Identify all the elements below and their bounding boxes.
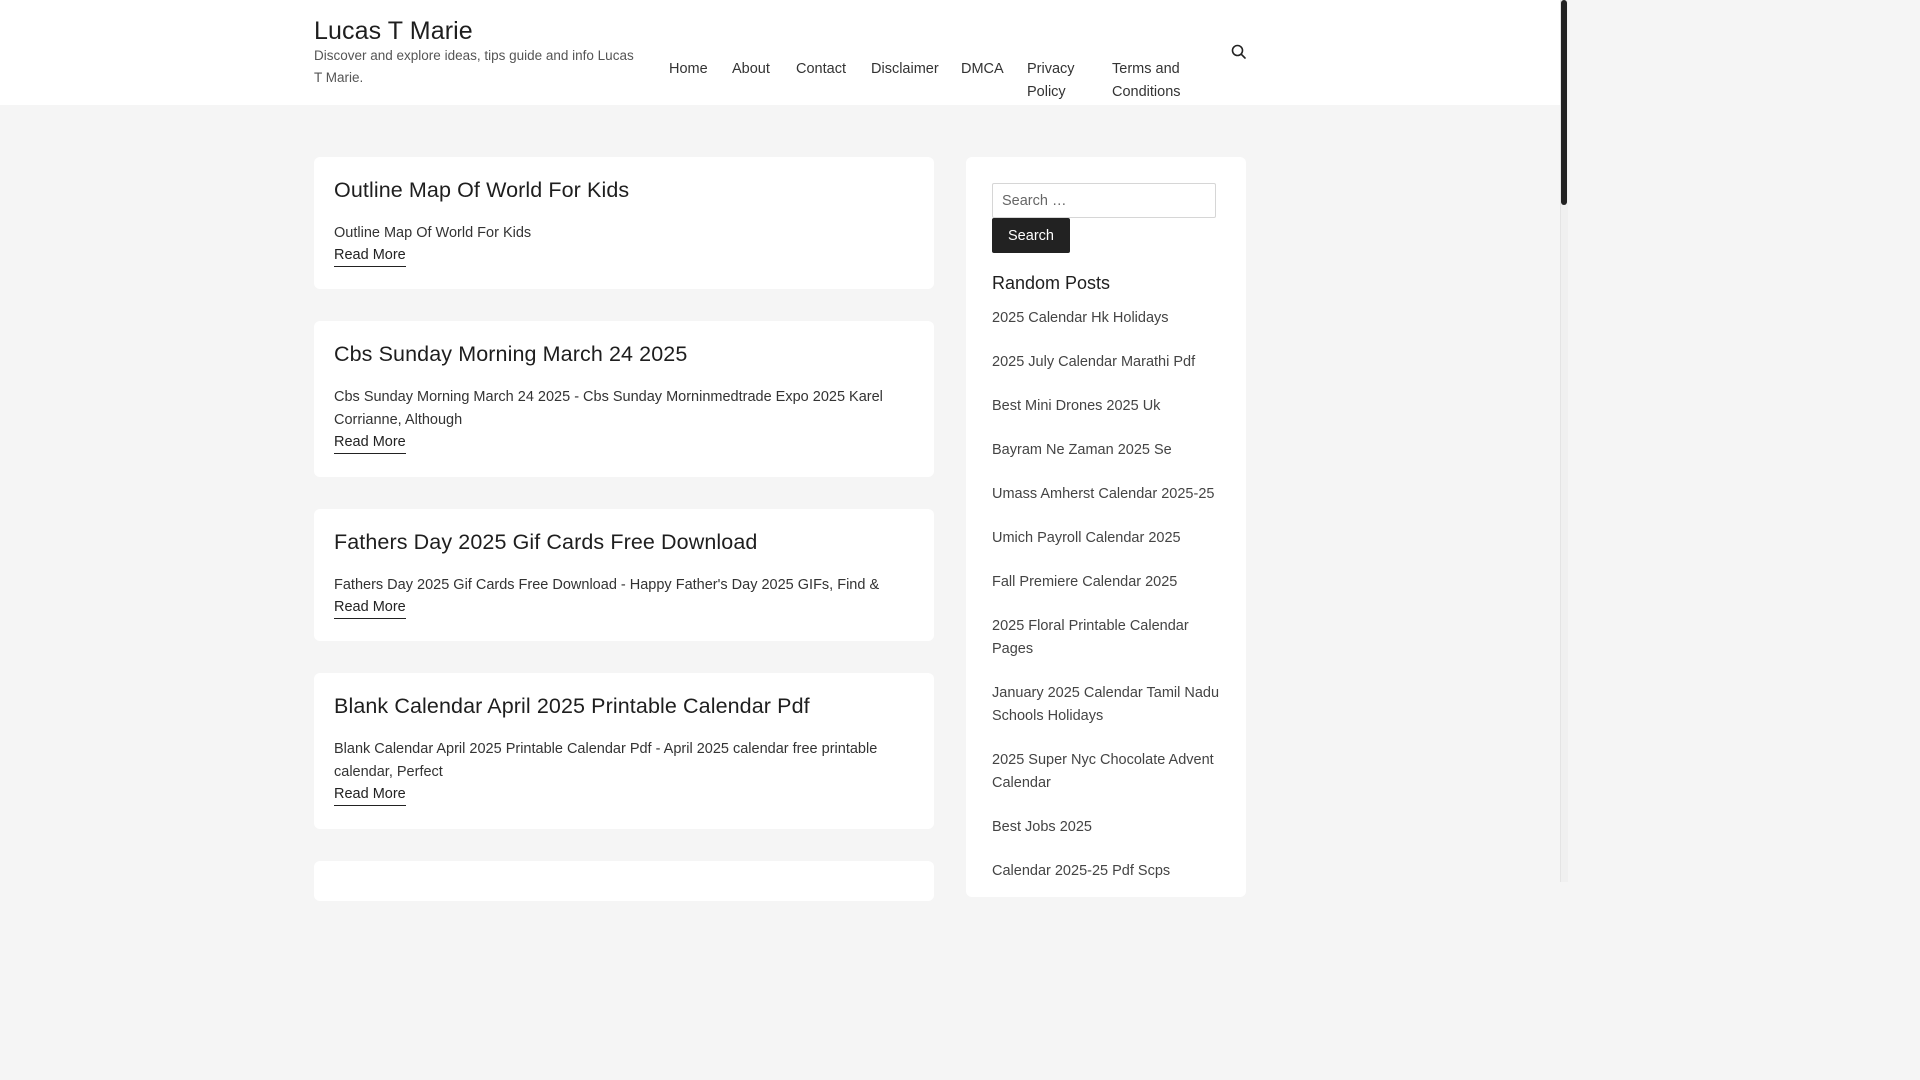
random-posts-title: Random Posts — [992, 273, 1111, 293]
random-post-link[interactable]: 2025 Calendar Hk Holidays — [992, 307, 1222, 330]
random-post-link[interactable]: January 2025 Calendar Tamil Nadu Schools… — [992, 682, 1222, 728]
nav-about[interactable]: About — [732, 58, 770, 81]
random-post-link[interactable]: Best Mini Drones 2025 Uk — [992, 395, 1222, 418]
post-excerpt: Fathers Day 2025 Gif Cards Free Download… — [334, 577, 880, 593]
search-input[interactable] — [992, 183, 1216, 218]
read-more-link[interactable]: Read More — [334, 245, 406, 267]
post-title[interactable]: Fathers Day 2025 Gif Cards Free Download — [334, 529, 914, 555]
post-title[interactable]: Blank Calendar April 2025 Printable Cale… — [334, 693, 914, 719]
post-excerpt: Outline Map Of World For Kids — [334, 225, 532, 241]
nav-home[interactable]: Home — [669, 58, 708, 81]
random-post-link[interactable]: Calendar 2025-25 Pdf Scps — [992, 860, 1222, 883]
random-posts-list: 2025 Calendar Hk Holidays 2025 July Cale… — [992, 307, 1222, 904]
nav-privacy-policy[interactable]: Privacy Policy — [1027, 58, 1091, 104]
nav-dmca[interactable]: DMCA — [961, 58, 1004, 81]
scrollbar[interactable] — [1560, 0, 1568, 882]
nav-contact[interactable]: Contact — [796, 58, 846, 81]
read-more-link[interactable]: Read More — [334, 432, 406, 454]
random-post-link[interactable]: 2025 July Calendar Marathi Pdf — [992, 351, 1222, 374]
site-branding: Lucas T Marie Discover and explore ideas… — [314, 16, 644, 89]
search-icon[interactable] — [1230, 43, 1248, 61]
random-post-link[interactable]: Best Jobs 2025 — [992, 816, 1222, 839]
post-card — [314, 861, 934, 901]
post-excerpt: Cbs Sunday Morning March 24 2025 - Cbs S… — [334, 389, 883, 428]
sidebar: Search Random Posts 2025 Calendar Hk Hol… — [966, 157, 1246, 897]
site-title[interactable]: Lucas T Marie — [314, 16, 473, 46]
post-card: Outline Map Of World For Kids Outline Ma… — [314, 157, 934, 289]
read-more-link[interactable]: Read More — [334, 784, 406, 806]
search-button[interactable]: Search — [992, 218, 1070, 253]
scrollbar-thumb[interactable] — [1561, 0, 1567, 205]
post-excerpt: Blank Calendar April 2025 Printable Cale… — [334, 741, 878, 780]
post-title[interactable]: Cbs Sunday Morning March 24 2025 — [334, 341, 914, 367]
site-header: Lucas T Marie Discover and explore ideas… — [0, 0, 1560, 105]
random-post-link[interactable]: Umich Payroll Calendar 2025 — [992, 527, 1222, 550]
post-card: Blank Calendar April 2025 Printable Cale… — [314, 673, 934, 829]
site-description: Discover and explore ideas, tips guide a… — [314, 48, 634, 85]
post-card: Fathers Day 2025 Gif Cards Free Download… — [314, 509, 934, 641]
random-post-link[interactable]: Fall Premiere Calendar 2025 — [992, 571, 1222, 594]
random-post-link[interactable]: Bayram Ne Zaman 2025 Se — [992, 439, 1222, 462]
post-card: Cbs Sunday Morning March 24 2025 Cbs Sun… — [314, 321, 934, 477]
nav-terms-and-conditions[interactable]: Terms and Conditions — [1112, 58, 1202, 104]
read-more-link[interactable]: Read More — [334, 597, 406, 619]
random-post-link[interactable]: 2025 Floral Printable Calendar Pages — [992, 615, 1222, 661]
random-post-link[interactable]: 2025 Super Nyc Chocolate Advent Calendar — [992, 749, 1222, 795]
random-post-link[interactable]: Umass Amherst Calendar 2025-25 — [992, 483, 1222, 506]
nav-disclaimer[interactable]: Disclaimer — [871, 58, 939, 81]
post-title[interactable]: Outline Map Of World For Kids — [334, 177, 914, 203]
